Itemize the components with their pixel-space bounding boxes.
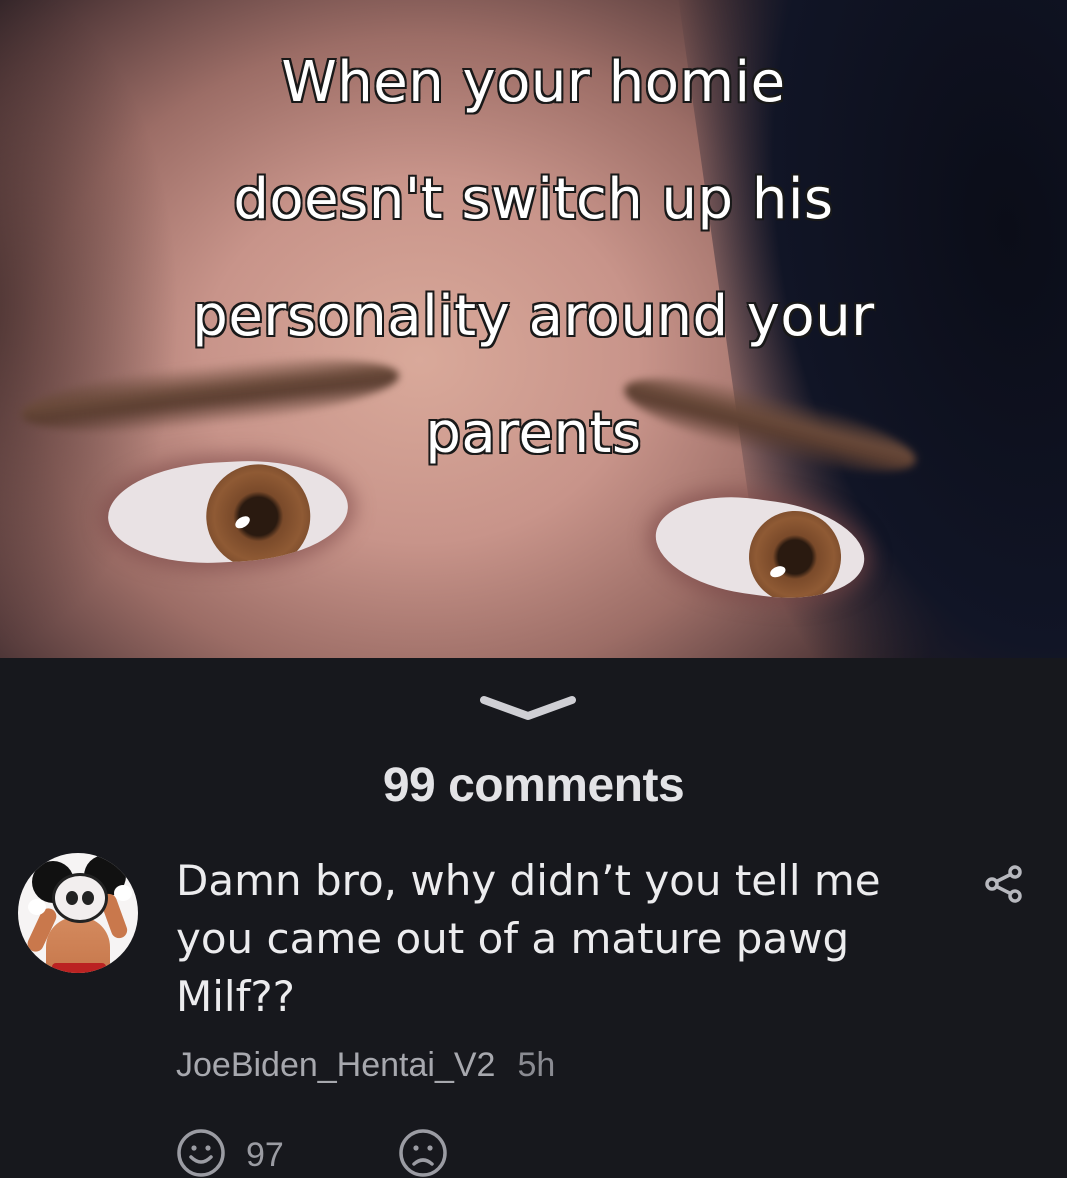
caption-line: When your homie: [280, 49, 787, 117]
caption-line: doesn't switch up his: [232, 166, 835, 234]
avatar-head: [52, 873, 108, 923]
frown-icon[interactable]: [398, 1128, 448, 1178]
post-image[interactable]: When your homie doesn't switch up his pe…: [0, 0, 1067, 658]
share-icon[interactable]: [984, 864, 1024, 904]
caption-line: parents: [424, 400, 643, 468]
avatar-eye: [66, 891, 78, 905]
avatar-eye: [82, 891, 94, 905]
caption-line: personality around your: [191, 283, 876, 351]
comment-timestamp: 5h: [517, 1046, 556, 1084]
avatar[interactable]: [18, 853, 138, 973]
avatar-glove: [28, 899, 46, 915]
avatar-shorts: [52, 963, 106, 973]
avatar-glove: [114, 885, 132, 901]
smile-icon[interactable]: [176, 1128, 226, 1178]
comment-username[interactable]: JoeBiden_Hentai_V2: [176, 1046, 495, 1084]
comment-meta: JoeBiden_Hentai_V2 5h: [176, 1046, 555, 1085]
chevron-down-icon[interactable]: [478, 690, 578, 726]
comments-count: 99 comments: [382, 759, 685, 812]
like-count: 97: [246, 1136, 284, 1174]
meme-caption: When your homie doesn't switch up his pe…: [0, 24, 1067, 492]
comment-text: Damn bro, why didn’t you tell me you cam…: [176, 856, 881, 1021]
